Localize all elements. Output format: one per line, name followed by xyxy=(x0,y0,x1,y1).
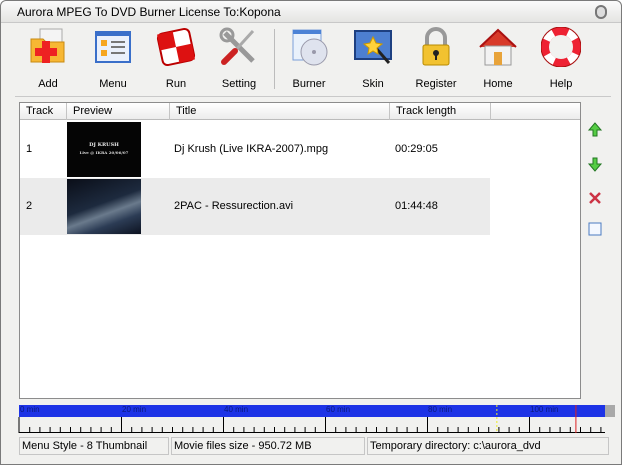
preview-thumbnail xyxy=(67,179,141,234)
column-title[interactable]: Title xyxy=(170,103,390,120)
status-temp-directory: Temporary directory: c:\aurora_dvd xyxy=(367,437,609,455)
toolbar-separator xyxy=(274,29,275,89)
setting-button[interactable]: Setting xyxy=(209,27,269,90)
column-preview[interactable]: Preview xyxy=(67,103,170,120)
lifebuoy-icon xyxy=(541,27,581,67)
track-length: 01:44:48 xyxy=(395,200,438,212)
run-flag-icon xyxy=(156,27,196,67)
timeline-label: 60 min xyxy=(326,405,351,414)
timeline-label: 20 min xyxy=(122,405,147,414)
title-bar: Aurora MPEG To DVD Burner License To:Kop… xyxy=(1,1,621,23)
run-button[interactable]: Run xyxy=(146,27,206,90)
add-folder-icon xyxy=(30,28,65,63)
add-button[interactable]: Add xyxy=(18,27,78,90)
setting-label: Setting xyxy=(221,78,257,90)
add-label: Add xyxy=(38,78,58,90)
track-list[interactable]: Track Preview Title Track length 1 DJ KR… xyxy=(19,102,581,399)
track-length: 00:29:05 xyxy=(395,143,438,155)
timeline-bar[interactable] xyxy=(19,405,605,417)
timeline-label: 80 min xyxy=(428,405,453,414)
move-down-icon[interactable] xyxy=(587,156,603,172)
list-header: Track Preview Title Track length xyxy=(20,103,580,120)
table-row[interactable]: 1 DJ KRUSH Live @ IKRA 20/06/07 Dj Krush… xyxy=(20,121,490,178)
window-control-button[interactable] xyxy=(595,5,607,19)
delete-icon[interactable] xyxy=(587,190,603,206)
help-button[interactable]: Help xyxy=(531,27,591,90)
timeline-ruler xyxy=(18,405,605,433)
burner-button[interactable]: Burner xyxy=(279,27,339,90)
preview-thumbnail: DJ KRUSH Live @ IKRA 20/06/07 xyxy=(67,122,141,177)
skin-button[interactable]: Skin xyxy=(343,27,403,90)
column-track[interactable]: Track xyxy=(20,103,67,120)
toolbar: Add Menu Run Setting Burner Skin Registe… xyxy=(1,23,621,95)
menu-button[interactable]: Menu xyxy=(83,27,143,90)
timeline-label: 40 min xyxy=(224,405,249,414)
thumb-text: Live @ IKRA 20/06/07 xyxy=(79,150,129,155)
status-menu-style: Menu Style - 8 Thumbnail xyxy=(19,437,169,455)
run-label: Run xyxy=(165,78,187,90)
tools-icon xyxy=(219,27,255,65)
home-label: Home xyxy=(483,78,513,90)
help-label: Help xyxy=(549,78,573,90)
timeline-end xyxy=(605,405,615,417)
move-up-icon[interactable] xyxy=(587,122,603,138)
timeline-label: 0 min xyxy=(20,405,40,414)
window-title: Aurora MPEG To DVD Burner License To:Kop… xyxy=(17,5,281,19)
disc-icon xyxy=(292,29,328,66)
register-button[interactable]: Register xyxy=(406,27,466,90)
timeline-label: 100 min xyxy=(530,405,559,414)
status-file-size: Movie files size - 950.72 MB xyxy=(171,437,365,455)
thumb-text: DJ KRUSH xyxy=(89,142,119,148)
burner-label: Burner xyxy=(292,78,326,90)
main-window: Aurora MPEG To DVD Burner License To:Kop… xyxy=(0,0,622,465)
column-track-length[interactable]: Track length xyxy=(390,103,491,120)
home-icon xyxy=(479,28,517,66)
skin-wand-icon xyxy=(354,30,392,64)
lock-icon xyxy=(422,27,450,66)
skin-label: Skin xyxy=(362,78,384,90)
track-title: Dj Krush (Live IKRA-2007).mpg xyxy=(174,143,329,155)
menu-label: Menu xyxy=(99,78,127,90)
table-row[interactable]: 2 2PAC - Ressurection.avi 01:44:48 xyxy=(20,178,490,235)
register-label: Register xyxy=(415,78,457,90)
toolbar-divider xyxy=(15,96,611,97)
track-number: 1 xyxy=(26,143,33,155)
track-number: 2 xyxy=(26,200,33,212)
select-icon[interactable] xyxy=(587,221,603,237)
menu-icon xyxy=(95,31,131,63)
track-title: 2PAC - Ressurection.avi xyxy=(174,200,294,212)
home-button[interactable]: Home xyxy=(468,27,528,90)
